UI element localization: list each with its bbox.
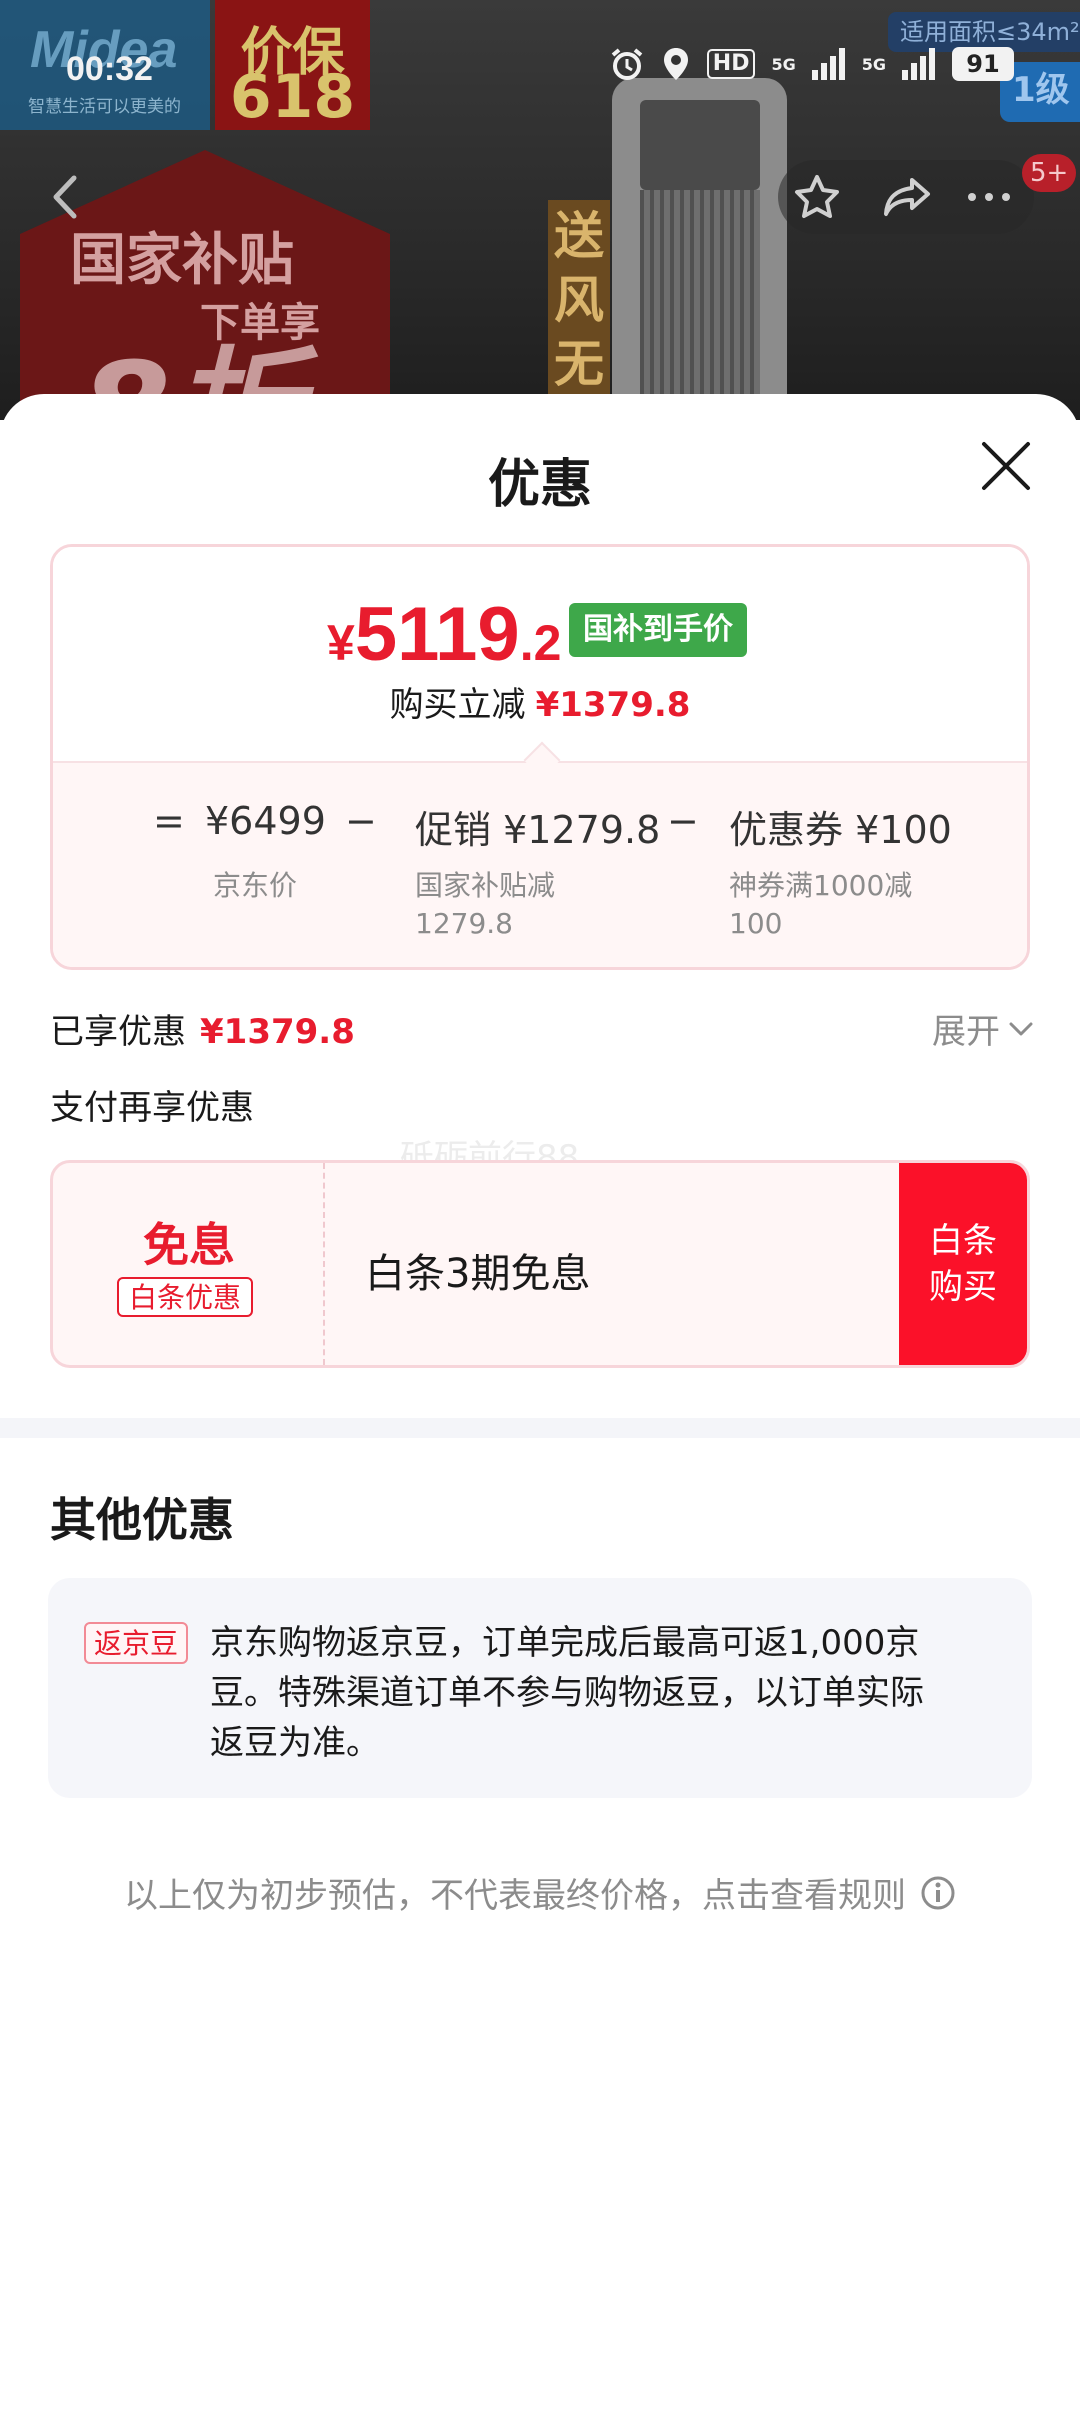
minus-sign-2: − (667, 799, 699, 843)
favorite-star-icon[interactable] (792, 172, 842, 222)
promo-label: 促销 (415, 808, 492, 852)
coupon-detail: 神券满1000减 100 (729, 867, 912, 943)
final-price: ¥5119.2 (327, 591, 561, 678)
enjoyed-amount: ¥1379.8 (200, 1012, 355, 1052)
other-offers-title: 其他优惠 (50, 1493, 234, 1547)
signal-icon-2 (902, 48, 935, 80)
subsidy-text: 国家补贴 (70, 228, 294, 293)
enjoyed-label: 已享优惠 (50, 1012, 186, 1052)
battery-indicator: 91 (952, 47, 1014, 81)
alarm-icon (611, 48, 643, 80)
location-icon (663, 48, 688, 80)
installment-description: 白条3期免息 (365, 1251, 591, 1297)
air-conditioner-panel (640, 100, 760, 190)
expand-label: 展开 (932, 1012, 1000, 1052)
promo-detail: 国家补贴减 1279.8 (415, 867, 555, 943)
promo-badge-line2: 618 (229, 62, 356, 132)
back-arrow-icon[interactable] (46, 172, 86, 222)
installment-offer-card[interactable]: 免息 白条优惠 白条3期免息 白条购买 (50, 1160, 1030, 1368)
equals-sign: = (153, 799, 185, 843)
network-label-1: 5G (771, 54, 796, 74)
jingdou-offer-card: 返京豆 京东购物返京豆，订单完成后最高可返1,000京豆。特殊渠道订单不参与购物… (48, 1578, 1032, 1798)
coupon-detail-line1: 神券满1000减 (729, 869, 913, 902)
coupon-label: 优惠券 (729, 808, 844, 852)
coupon-amount: ¥100 (855, 808, 952, 852)
baitiao-offer-tag: 白条优惠 (117, 1277, 254, 1317)
promo-amount: ¥1279.8 (503, 808, 661, 852)
hd-icon: HD (706, 49, 756, 79)
final-price-integer: 5119 (354, 592, 520, 677)
promo-deduction: 促销 ¥1279.8 (415, 799, 660, 854)
wind-label: 送风无 (548, 200, 610, 420)
enjoyed-discount: 已享优惠 ¥1379.8 (50, 1004, 355, 1053)
final-price-decimal: .2 (519, 615, 562, 671)
subsidy-price-tag: 国补到手价 (569, 603, 747, 657)
final-price-currency: ¥ (327, 615, 355, 671)
status-icons: HD 5G 5G 91 (609, 46, 1014, 82)
jingdou-tag: 返京豆 (84, 1622, 189, 1664)
air-conditioner-grill (640, 190, 760, 420)
close-icon[interactable] (978, 438, 1034, 494)
status-time: 00:32 (66, 50, 153, 88)
instant-saving-amount: ¥1379.8 (535, 685, 691, 725)
price-summary: ¥5119.2 国补到手价 购买立减 ¥1379.8 (53, 547, 1027, 761)
rules-disclaimer[interactable]: 以上仅为初步预估，不代表最终价格，点击查看规则 (0, 1868, 1080, 1917)
discount-sheet: 优惠 ¥5119.2 国补到手价 购买立减 ¥1379.8 = ¥6499 京东价… (0, 394, 1080, 2412)
price-calculation: = ¥6499 京东价 − 促销 ¥1279.8 国家补贴减 1279.8 − … (53, 761, 1027, 967)
jingdou-description: 京东购物返京豆，订单完成后最高可返1,000京豆。特殊渠道订单不参与购物返豆，以… (210, 1623, 924, 1763)
installment-badge: 免息 白条优惠 (53, 1163, 325, 1365)
info-icon (921, 1876, 955, 1909)
promo-detail-line1: 国家补贴减 (415, 869, 556, 902)
message-badge: 5+ (1022, 154, 1077, 192)
promo-badge: 价保 618 (215, 0, 370, 132)
coupon-detail-line2: 100 (729, 907, 783, 940)
section-divider (0, 1418, 1080, 1438)
base-price-label: 京东价 (213, 869, 298, 902)
chevron-down-icon (1009, 1022, 1033, 1035)
pay-section-title: 支付再享优惠 (50, 1088, 254, 1128)
signal-icon (811, 48, 845, 80)
price-breakdown-card: ¥5119.2 国补到手价 购买立减 ¥1379.8 = ¥6499 京东价 − … (50, 544, 1030, 970)
baitiao-buy-button[interactable]: 白条购买 (899, 1163, 1027, 1365)
sheet-title: 优惠 (487, 455, 592, 515)
minus-sign-1: − (345, 799, 377, 843)
expand-button[interactable]: 展开 (932, 1004, 1034, 1053)
network-label-2: 5G (861, 54, 886, 74)
brand-slogan: 智慧生活可以更美的 (28, 97, 181, 117)
coupon-deduction: 优惠券 ¥100 (729, 799, 952, 854)
instant-saving-label: 购买立减 (389, 685, 526, 725)
promo-detail-line2: 1279.8 (415, 907, 513, 940)
share-icon[interactable] (880, 172, 934, 222)
disclaimer-text: 以上仅为初步预估，不代表最终价格，点击查看规则 (124, 1876, 906, 1916)
interest-free-label: 免息 (143, 1218, 235, 1272)
instant-saving-line: 购买立减 ¥1379.8 (53, 677, 1027, 726)
base-price: ¥6499 (205, 799, 326, 843)
more-icon[interactable] (964, 172, 1014, 222)
baitiao-buy-label: 白条购买 (929, 1221, 997, 1307)
